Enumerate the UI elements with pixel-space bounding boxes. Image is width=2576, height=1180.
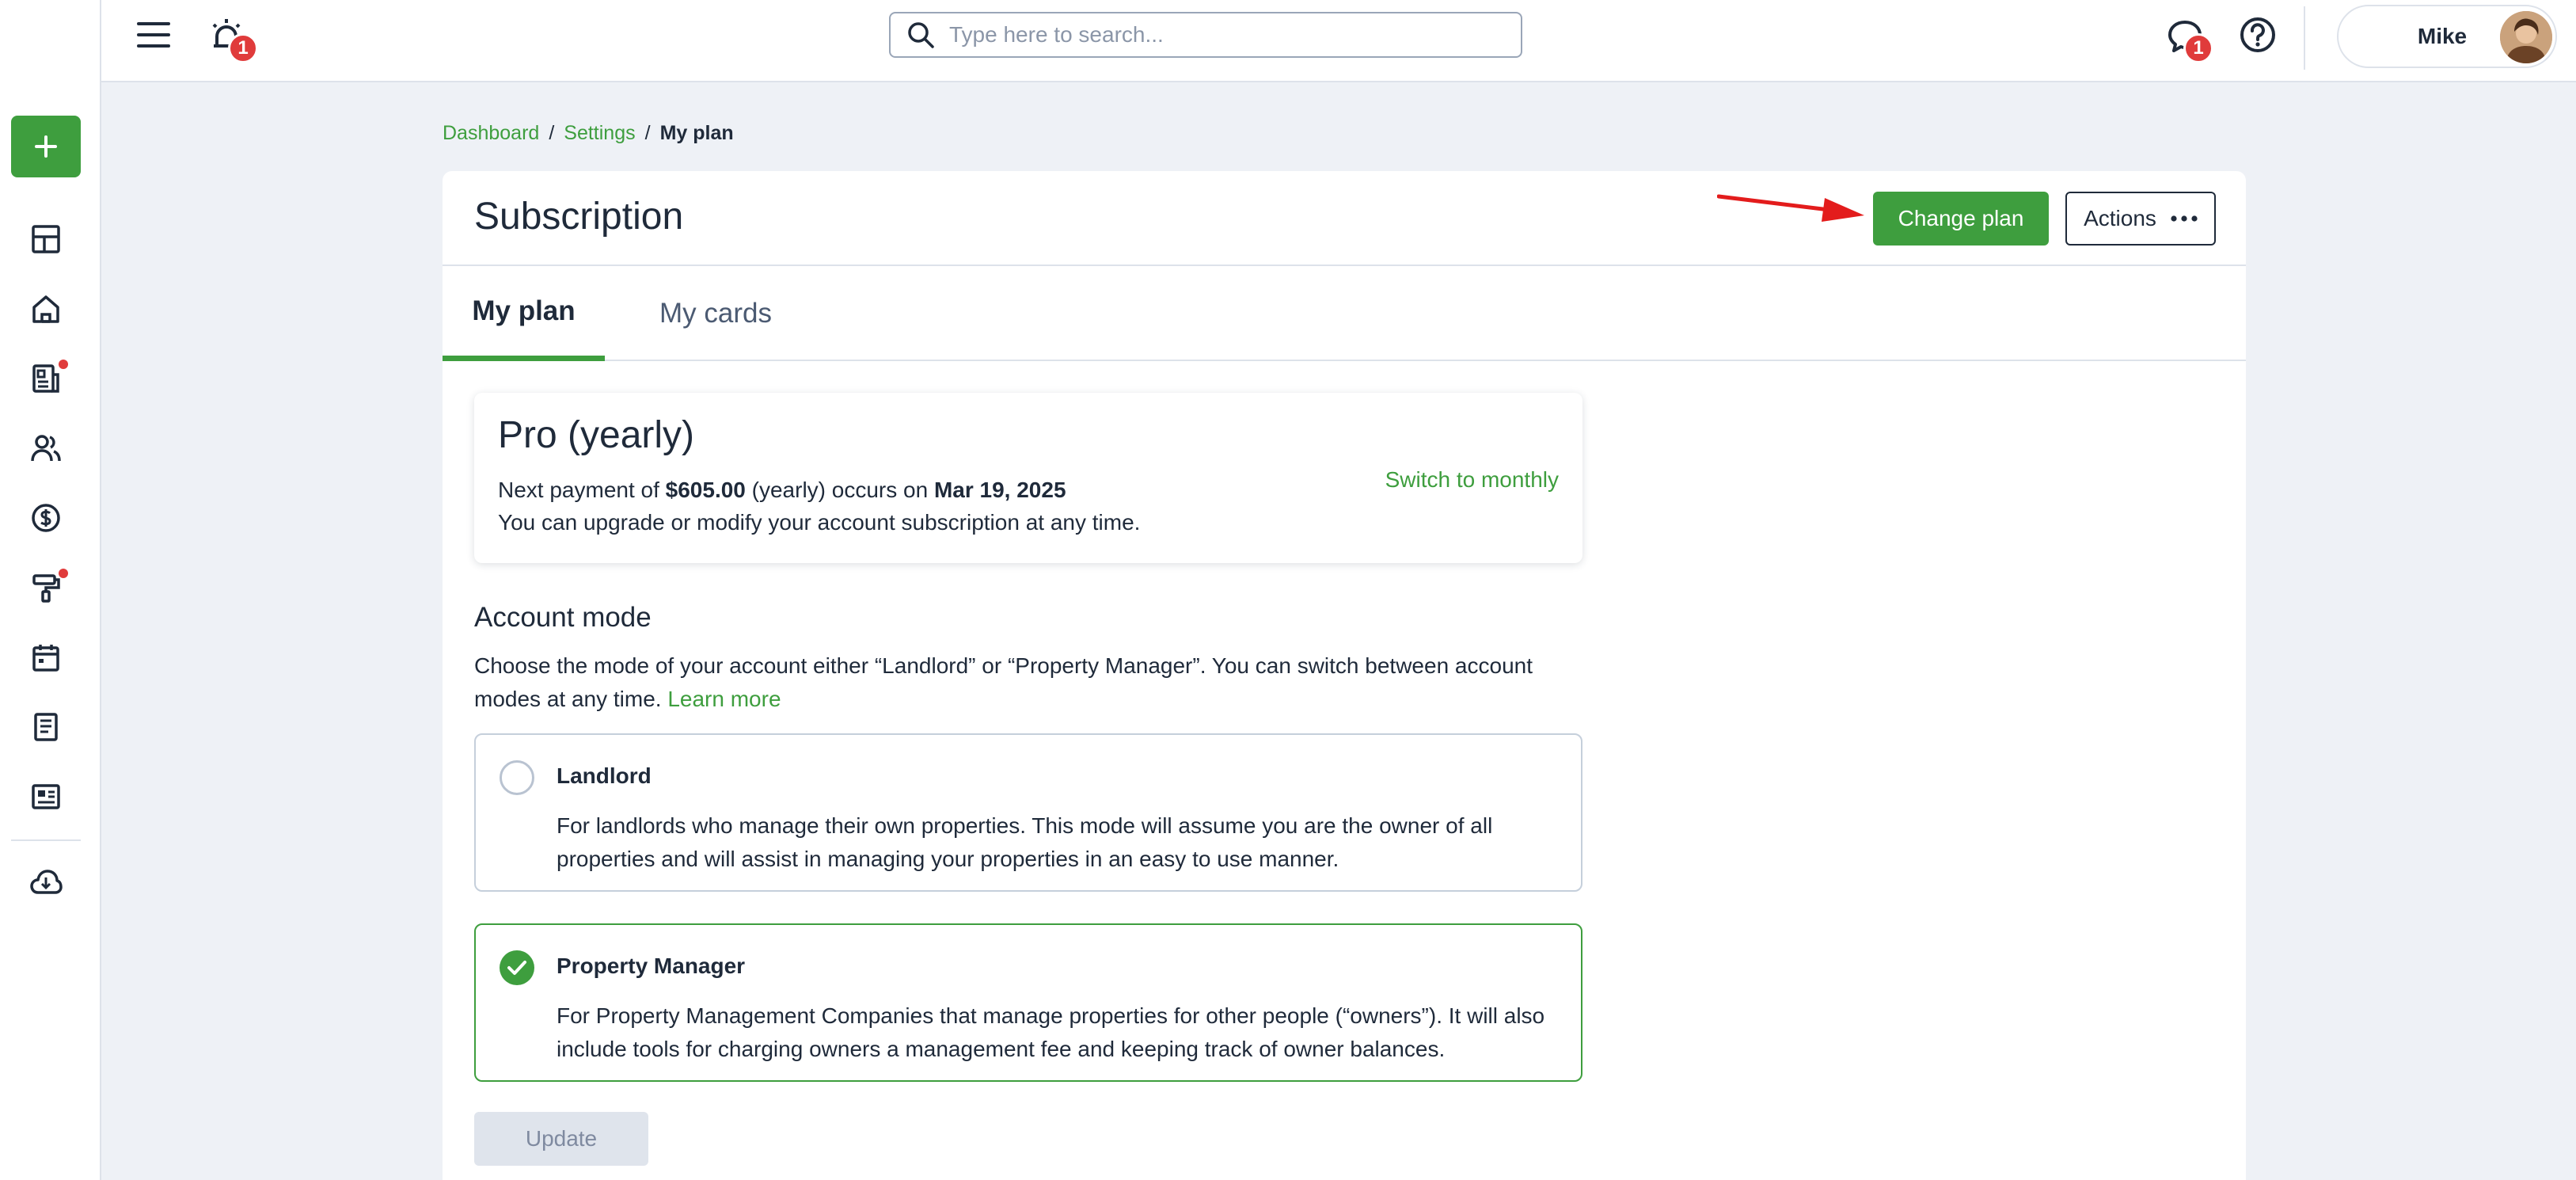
landlord-title: Landlord <box>557 763 652 788</box>
alarm-bell-icon[interactable]: 1 <box>204 13 258 63</box>
page-title: Subscription <box>474 196 684 238</box>
home-icon[interactable] <box>27 290 65 328</box>
check-circle-icon[interactable] <box>500 950 534 985</box>
leases-alert-dot <box>59 360 68 369</box>
calendar-icon[interactable] <box>27 638 65 676</box>
red-arrow-annotation <box>1717 193 1867 225</box>
logo-area <box>0 0 101 82</box>
people-icon[interactable] <box>27 429 65 467</box>
top-bar: 1 1 Mike <box>0 0 2576 82</box>
dashboard-grid-icon[interactable] <box>27 220 65 258</box>
add-new-button[interactable] <box>11 116 81 177</box>
switch-to-monthly-link[interactable]: Switch to monthly <box>1385 467 1559 493</box>
tab-my-cards[interactable]: My cards <box>636 266 795 361</box>
avatar <box>2500 11 2552 63</box>
landlord-option[interactable]: Landlord For landlords who manage their … <box>474 733 1582 892</box>
hamburger-menu-icon[interactable] <box>133 14 174 55</box>
breadcrumb: Dashboard / Settings / My plan <box>443 122 734 145</box>
plus-icon <box>35 135 57 158</box>
card-header: Subscription Change plan Actions <box>443 171 2246 266</box>
property-manager-option[interactable]: Property Manager For Property Management… <box>474 923 1582 1082</box>
property-manager-title: Property Manager <box>557 954 746 978</box>
notes-icon[interactable] <box>27 708 65 746</box>
breadcrumb-current: My plan <box>659 122 734 144</box>
payment-date: Mar 19, 2025 <box>933 478 1066 502</box>
change-plan-button[interactable]: Change plan <box>1873 192 2049 246</box>
help-icon[interactable] <box>2237 14 2278 55</box>
payment-mid: (yearly) occurs on <box>745 478 934 502</box>
alarm-badge: 1 <box>228 33 258 63</box>
user-name: Mike <box>2417 24 2468 48</box>
topbar-divider <box>2304 6 2305 70</box>
account-mode-title: Account mode <box>474 602 652 633</box>
actions-label: Actions <box>2084 206 2156 230</box>
cloud-download-icon[interactable] <box>27 863 65 901</box>
maintenance-alert-dot <box>59 569 68 578</box>
paint-roller-icon[interactable] <box>27 569 68 607</box>
account-mode-desc-text: Choose the mode of your account either “… <box>474 653 1533 711</box>
user-menu[interactable]: Mike <box>2337 5 2557 68</box>
tab-bar: My plan My cards <box>443 266 2246 361</box>
search-input[interactable] <box>949 22 1487 48</box>
actions-button[interactable]: Actions <box>2065 192 2216 246</box>
plan-summary: Pro (yearly) Next payment of $605.00 (ye… <box>474 393 1582 563</box>
landlord-description: For landlords who manage their own prope… <box>557 813 1493 871</box>
search-icon <box>906 21 935 49</box>
payment-prefix: Next payment of <box>498 478 666 502</box>
property-manager-description: For Property Management Companies that m… <box>557 1003 1545 1061</box>
breadcrumb-separator: / <box>644 122 651 144</box>
chat-icon[interactable]: 1 <box>2163 14 2213 63</box>
tab-my-plan[interactable]: My plan <box>443 266 605 361</box>
next-payment-text: Next payment of $605.00 (yearly) occurs … <box>498 478 1066 503</box>
reports-icon[interactable] <box>27 778 65 816</box>
breadcrumb-separator: / <box>549 122 555 144</box>
breadcrumb-settings[interactable]: Settings <box>564 122 635 145</box>
sidebar-divider <box>11 839 81 841</box>
leases-document-icon[interactable] <box>27 360 68 398</box>
plan-note: You can upgrade or modify your account s… <box>498 510 1141 535</box>
chat-badge: 1 <box>2183 33 2213 63</box>
search-bar[interactable] <box>889 12 1522 58</box>
breadcrumb-dashboard[interactable]: Dashboard <box>443 122 539 145</box>
subscription-card: Subscription Change plan Actions My plan… <box>443 171 2246 1180</box>
learn-more-link[interactable]: Learn more <box>667 687 781 711</box>
update-button[interactable]: Update <box>474 1112 648 1166</box>
landlord-radio[interactable] <box>500 760 534 795</box>
more-dots-icon <box>2171 215 2198 222</box>
dollar-icon[interactable] <box>27 499 65 537</box>
payment-amount: $605.00 <box>665 478 746 502</box>
plan-name: Pro (yearly) <box>498 414 695 456</box>
account-mode-description: Choose the mode of your account either “… <box>474 649 1598 716</box>
